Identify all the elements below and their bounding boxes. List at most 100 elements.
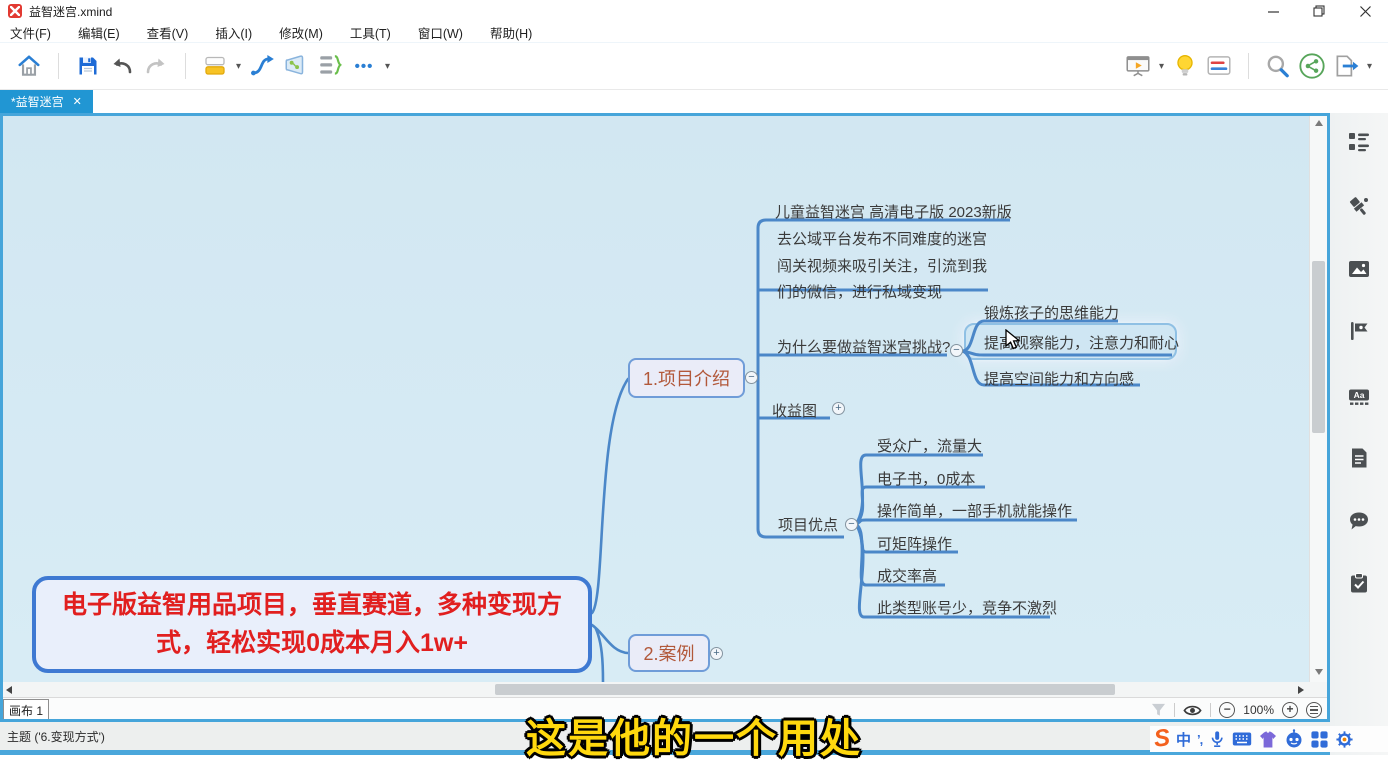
horizontal-scrollbar[interactable] [0, 682, 1330, 697]
status-selection-text: 主题 ('6.变现方式') [7, 728, 105, 745]
expand-button-case[interactable]: + [710, 647, 723, 660]
topic-intro[interactable]: 1.项目介绍 [628, 358, 745, 398]
topic-adv-matrix[interactable]: 可矩阵操作 [877, 533, 952, 554]
topic-style-button[interactable] [198, 47, 232, 85]
format-brush-icon[interactable] [1348, 196, 1370, 218]
skin-shirt-icon[interactable] [1258, 730, 1278, 749]
menu-window[interactable]: 窗口(W) [418, 23, 463, 42]
collapse-button-why[interactable]: − [950, 344, 963, 357]
more-tools-caret[interactable]: ▾ [385, 61, 390, 72]
menu-edit[interactable]: 编辑(E) [78, 23, 120, 42]
topic-adv-competition[interactable]: 此类型账号少，竞争不激烈 [877, 597, 1057, 618]
topic-why-thinking[interactable]: 锻炼孩子的思维能力 [984, 302, 1119, 323]
search-button[interactable] [1261, 47, 1295, 85]
idea-bulb-button[interactable] [1168, 47, 1202, 85]
image-icon[interactable] [1348, 258, 1370, 280]
ime-punctuation-toggle[interactable]: ’, [1197, 732, 1202, 747]
summary-button[interactable] [313, 47, 347, 85]
sheet-tab-canvas1[interactable]: 画布 1 [3, 699, 49, 721]
video-subtitle: 这是他的一个用处 [526, 706, 862, 764]
tab-strip: *益智迷宫 ✕ [0, 90, 1388, 113]
save-icon [76, 54, 100, 78]
scroll-up-arrow[interactable] [1315, 120, 1323, 126]
scroll-right-arrow[interactable] [1298, 686, 1304, 694]
notes-doc-icon[interactable] [1348, 447, 1370, 469]
outline-icon[interactable] [1348, 131, 1370, 153]
menu-view[interactable]: 查看(V) [147, 23, 189, 42]
gear-icon[interactable] [1335, 730, 1354, 749]
boundary-button[interactable] [279, 47, 313, 85]
save-button[interactable] [71, 47, 105, 85]
minimize-button[interactable] [1250, 0, 1296, 22]
sticker-aa-icon[interactable]: Aa [1348, 385, 1370, 407]
home-button[interactable] [12, 47, 46, 85]
sogou-logo[interactable]: S [1153, 727, 1171, 751]
expand-button-income[interactable]: + [832, 402, 845, 415]
vertical-scroll-thumb[interactable] [1312, 261, 1325, 433]
tab-close-icon[interactable]: ✕ [73, 95, 82, 108]
topic-advantages[interactable]: 项目优点 [778, 514, 838, 535]
menu-file[interactable]: 文件(F) [10, 23, 51, 42]
vertical-scrollbar[interactable] [1309, 113, 1328, 682]
toolbar: ▾ ••• ▾ ▾ [0, 42, 1388, 90]
topic-kids-maze[interactable]: 儿童益智迷宫 高清电子版 2023新版 [775, 201, 1012, 222]
restore-button[interactable] [1296, 0, 1342, 22]
topic-root[interactable]: 电子版益智用品项目，垂直赛道，多种变现方式，轻松实现0成本月入1w+ [32, 576, 592, 673]
tab-document[interactable]: *益智迷宫 ✕ [0, 90, 93, 113]
tab-label: *益智迷宫 [11, 93, 64, 110]
topic-public-traffic[interactable]: 去公域平台发布不同难度的迷宫闯关视频来吸引关注，引流到我们的微信，进行私域变现 [777, 227, 993, 307]
menu-insert[interactable]: 插入(I) [215, 23, 252, 42]
topic-why-spatial[interactable]: 提高空间能力和方向感 [984, 368, 1134, 389]
close-button[interactable] [1342, 0, 1388, 22]
microphone-icon[interactable] [1208, 729, 1226, 749]
topic-income-chart[interactable]: 收益图 [772, 400, 817, 421]
more-tools-button[interactable]: ••• [347, 47, 381, 85]
right-sidebar: Aa [1330, 113, 1388, 755]
share-icon [1298, 52, 1326, 80]
topic-case[interactable]: 2.案例 [628, 634, 710, 672]
scroll-down-arrow[interactable] [1315, 669, 1323, 675]
collapse-button-intro[interactable]: − [745, 371, 758, 384]
topic-adv-audience[interactable]: 受众广，流量大 [877, 435, 982, 456]
menu-modify[interactable]: 修改(M) [279, 23, 323, 42]
export-caret[interactable]: ▾ [1367, 61, 1372, 72]
redo-button[interactable] [139, 47, 173, 85]
eye-icon[interactable] [1183, 704, 1202, 717]
mindmap-canvas[interactable]: 电子版益智用品项目，垂直赛道，多种变现方式，轻松实现0成本月入1w+ 1.项目介… [0, 113, 1330, 682]
marker-flag-icon[interactable] [1348, 320, 1370, 342]
zoom-in-button[interactable]: + [1282, 702, 1298, 718]
presentation-caret[interactable]: ▾ [1159, 61, 1164, 72]
menu-tools[interactable]: 工具(T) [350, 23, 391, 42]
topic-style-caret[interactable]: ▾ [236, 61, 241, 72]
controls-divider [1174, 703, 1175, 717]
notes-button[interactable] [1202, 47, 1236, 85]
more-icon: ••• [355, 58, 374, 75]
export-icon [1332, 53, 1360, 79]
topic-adv-simple[interactable]: 操作简单，一部手机就能操作 [877, 500, 1072, 521]
idea-bulb-icon [1172, 53, 1198, 79]
topic-adv-ebook[interactable]: 电子书，0成本 [877, 468, 975, 489]
svg-text:Aa: Aa [1354, 390, 1365, 400]
export-button[interactable] [1329, 47, 1363, 85]
zoom-out-button[interactable]: − [1219, 702, 1235, 718]
menu-help[interactable]: 帮助(H) [490, 23, 532, 42]
undo-button[interactable] [105, 47, 139, 85]
robot-icon[interactable] [1284, 729, 1304, 749]
relationship-button[interactable] [245, 47, 279, 85]
filter-funnel-icon[interactable] [1151, 703, 1166, 717]
keyboard-icon[interactable] [1232, 731, 1252, 747]
fit-menu-button[interactable] [1306, 702, 1322, 718]
collapse-button-advantages[interactable]: − [845, 518, 858, 531]
redo-icon [143, 54, 169, 78]
comment-icon[interactable] [1348, 510, 1370, 532]
topic-why-challenge[interactable]: 为什么要做益智迷宫挑战? [777, 336, 950, 357]
task-check-icon[interactable] [1348, 572, 1370, 594]
presentation-button[interactable] [1121, 47, 1155, 85]
topic-adv-conversion[interactable]: 成交率高 [877, 565, 937, 586]
grid-apps-icon[interactable] [1310, 730, 1329, 749]
ime-lang-toggle[interactable]: 中 [1176, 729, 1191, 750]
share-button[interactable] [1295, 47, 1329, 85]
mouse-cursor [1005, 329, 1022, 351]
scroll-left-arrow[interactable] [6, 686, 12, 694]
horizontal-scroll-thumb[interactable] [495, 684, 1115, 695]
